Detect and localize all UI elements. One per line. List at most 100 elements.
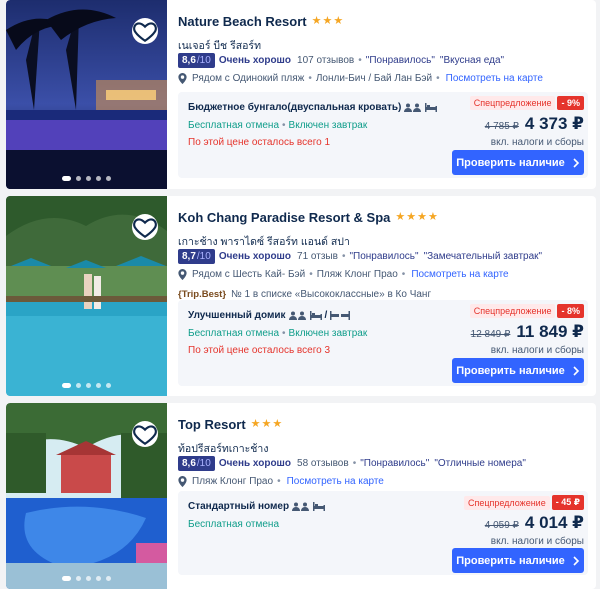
review-tag: "Понравилось" (365, 55, 435, 66)
score-denominator: /10 (196, 458, 211, 469)
score-denominator: /10 (196, 251, 211, 262)
deal-discount: - 45 ₽ (551, 495, 584, 510)
location-text: Рядом с Одинокий пляж (192, 73, 305, 84)
photo-pager[interactable] (6, 576, 167, 581)
pager-dot[interactable] (76, 576, 81, 581)
review-count[interactable]: 107 отзывов (297, 55, 354, 66)
pager-dot[interactable] (96, 576, 101, 581)
benefit-free-cancel: Бесплатная отмена (188, 120, 280, 131)
hotel-photo[interactable] (6, 0, 167, 189)
location-text: Пляж Клонг Прао (192, 476, 274, 487)
chevron-right-icon (573, 157, 579, 168)
hotel-card[interactable]: Top Resort ★ ★ ★ ท้อปรีสอร์ทเกาะช้าง 8,6… (6, 403, 596, 589)
pager-dot[interactable] (86, 176, 91, 181)
room-name-row: Стандартный номер (188, 501, 326, 512)
pager-dot[interactable] (106, 176, 111, 181)
hotel-photo[interactable] (6, 196, 167, 396)
photo-pager[interactable] (6, 176, 167, 181)
scarcity-note: По этой цене осталось всего 3 (188, 345, 331, 356)
pager-dot[interactable] (86, 383, 91, 388)
bed-icon (425, 103, 438, 112)
separator: • (308, 73, 312, 84)
bed-icon (309, 311, 322, 320)
check-availability-button[interactable]: Проверить наличие (452, 548, 584, 573)
current-price: 4 373 ₽ (524, 114, 584, 133)
deal-badge: Спецпредложение - 45 ₽ (463, 495, 584, 510)
chevron-right-icon (573, 555, 579, 566)
native-name: เนเจอร์ บีช รีสอร์ท (178, 40, 261, 52)
favorite-button[interactable] (132, 18, 158, 44)
score-value: 8,7 (182, 251, 196, 262)
score-badge: 8,7/10 (178, 249, 215, 264)
show-on-map-link[interactable]: Посмотреть на карте (287, 476, 384, 487)
hotel-name[interactable]: Nature Beach Resort (178, 14, 307, 29)
pager-dot[interactable] (76, 383, 81, 388)
score-badge: 8,6/10 (178, 53, 215, 68)
hotel-card[interactable]: Koh Chang Paradise Resort & Spa ★ ★ ★ ★ … (6, 196, 596, 396)
favorite-button[interactable] (132, 214, 158, 240)
tax-note: вкл. налоги и сборы (490, 345, 584, 356)
location-pin-icon (178, 73, 187, 84)
title-row: Nature Beach Resort ★ ★ ★ (178, 14, 343, 29)
scarcity-note: По этой цене осталось всего 1 (188, 137, 331, 148)
hotel-name[interactable]: Koh Chang Paradise Resort & Spa (178, 210, 390, 225)
pager-dot[interactable] (76, 176, 81, 181)
hotel-photo[interactable] (6, 403, 167, 589)
separator: • (401, 269, 406, 280)
native-name: ท้อปรีสอร์ทเกาะช้าง (178, 443, 269, 455)
bed-icon (313, 502, 326, 511)
current-price: 4 014 ₽ (524, 513, 584, 532)
location-row: Пляж Клонг Прао • Посмотреть на карте (178, 476, 384, 487)
deal-discount: - 8% (557, 304, 584, 318)
chevron-right-icon (573, 365, 579, 376)
pager-dot[interactable] (96, 176, 101, 181)
benefit-breakfast: Включен завтрак (288, 120, 368, 131)
location-row: Рядом с Одинокий пляж • Лонли-Бич / Бай … (178, 73, 543, 84)
benefits: Бесплатная отмена • Включен завтрак (188, 328, 367, 339)
pager-dot[interactable] (62, 576, 71, 581)
deal-badge: Спецпредложение - 8% (469, 304, 584, 318)
price-row: 4 059 ₽ 4 014 ₽ (485, 513, 584, 533)
heart-outline-icon (133, 218, 157, 239)
room-name-row: Бюджетное бунгало(двуспальная кровать) (188, 102, 438, 113)
pager-dot[interactable] (62, 176, 71, 181)
review-count[interactable]: 71 отзыв (297, 251, 338, 262)
separator: • (341, 251, 346, 262)
tax-note: вкл. налоги и сборы (490, 536, 584, 547)
pager-dot[interactable] (96, 383, 101, 388)
pager-dot[interactable] (62, 383, 71, 388)
show-on-map-link[interactable]: Посмотреть на карте (411, 269, 508, 280)
price-row: 12 849 ₽ 11 849 ₽ (471, 322, 584, 342)
check-availability-button[interactable]: Проверить наличие (452, 150, 584, 175)
benefit-free-cancel: Бесплатная отмена (188, 328, 280, 339)
rating-row: 8,7/10 Очень хорошо 71 отзыв • "Понравил… (178, 249, 547, 264)
heart-outline-icon (133, 425, 157, 446)
star-icon: ★ (272, 418, 283, 430)
guests-icon (288, 311, 307, 320)
old-price: 12 849 ₽ (470, 329, 511, 340)
favorite-button[interactable] (132, 421, 158, 447)
pager-dot[interactable] (106, 576, 111, 581)
hotel-card[interactable]: Nature Beach Resort ★ ★ ★ เนเจอร์ บีช รี… (6, 0, 596, 189)
review-count[interactable]: 58 отзывов (297, 458, 349, 469)
star-rating: ★ ★ ★ (312, 16, 344, 27)
button-label: Проверить наличие (456, 554, 565, 567)
title-row: Koh Chang Paradise Resort & Spa ★ ★ ★ ★ (178, 210, 438, 225)
photo-pager[interactable] (6, 383, 167, 388)
native-name: เกาะช้าง พาราไดซ์ รีสอร์ท แอนด์ สปา (178, 236, 350, 248)
pager-dot[interactable] (106, 383, 111, 388)
separator: • (352, 458, 357, 469)
award-text[interactable]: № 1 в списке «Высококлассные» в Ко Чанг (231, 289, 431, 300)
hotel-name[interactable]: Top Resort (178, 417, 246, 432)
benefits: Бесплатная отмена • Включен завтрак (188, 120, 367, 131)
deal-label: Спецпредложение (463, 495, 550, 510)
deal-label: Спецпредложение (469, 96, 556, 110)
score-badge: 8,6/10 (178, 456, 215, 471)
show-on-map-link[interactable]: Посмотреть на карте (446, 73, 543, 84)
rating-row: 8,6/10 Очень хорошо 58 отзывов • "Понрав… (178, 456, 531, 471)
score-verdict: Очень хорошо (218, 55, 292, 66)
benefit-breakfast: Включен завтрак (288, 328, 368, 339)
pager-dot[interactable] (86, 576, 91, 581)
check-availability-button[interactable]: Проверить наличие (452, 358, 584, 383)
separator: • (282, 328, 286, 339)
